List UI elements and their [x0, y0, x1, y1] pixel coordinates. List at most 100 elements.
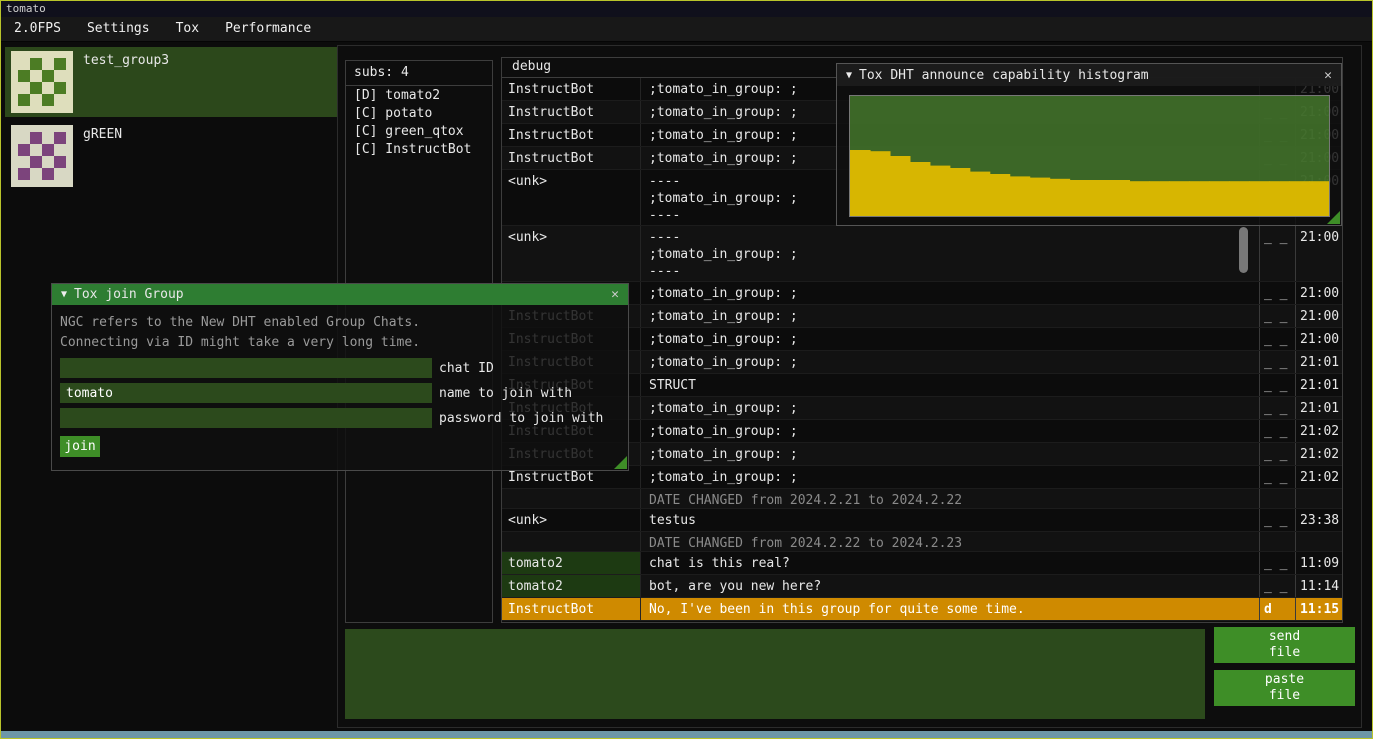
collapse-icon[interactable]: ▼ [61, 289, 67, 300]
join-field-label: name to join with [439, 386, 572, 401]
chat-message-flags: _ _ [1259, 466, 1295, 488]
dht-histogram-titlebar[interactable]: ▼ Tox DHT announce capability histogram … [837, 64, 1341, 86]
fps-counter: 2.0FPS [1, 17, 74, 41]
chat-scrollbar[interactable] [1239, 227, 1248, 273]
join-field-chat-id[interactable] [60, 358, 432, 378]
chat-message-time: 21:02 [1295, 466, 1342, 488]
chat-message-text: testus [640, 509, 1259, 531]
join-button[interactable]: join [60, 436, 100, 457]
chat-message-time: 11:09 [1295, 552, 1342, 574]
chat-message-time: 23:38 [1295, 509, 1342, 531]
chat-message-row[interactable]: tomato2 bot, are you new here? _ _ 11:14 [502, 575, 1342, 598]
group-avatar [11, 125, 73, 187]
sidebar-group-test_group3[interactable]: test_group3 [5, 47, 337, 117]
join-group-titlebar[interactable]: ▼ Tox join Group ✕ [52, 284, 628, 305]
chat-message-flags [1259, 532, 1295, 551]
join-field-label: chat ID [439, 361, 494, 376]
chat-message-time: 21:00 [1295, 305, 1342, 327]
chat-sender: InstructBot [502, 147, 640, 169]
histogram-bars [850, 96, 1329, 216]
menu-settings[interactable]: Settings [74, 17, 163, 41]
resize-grip-icon[interactable] [614, 456, 627, 469]
chat-message-text: ;tomato_in_group: ; [640, 420, 1259, 442]
join-group-body: NGC refers to the New DHT enabled Group … [52, 305, 628, 457]
subs-list-item[interactable]: [C] potato [346, 104, 492, 122]
join-group-window: ▼ Tox join Group ✕ NGC refers to the New… [51, 283, 629, 471]
chat-message-text: chat is this real? [640, 552, 1259, 574]
group-sidebar: test_group3 gREEN [5, 47, 337, 195]
resize-grip-icon[interactable] [1327, 211, 1340, 224]
chat-sender: <unk> [502, 170, 640, 225]
dht-histogram-title: Tox DHT announce capability histogram [859, 68, 1149, 83]
chat-message-text: ;tomato_in_group: ; [640, 328, 1259, 350]
dht-histogram-window: ▼ Tox DHT announce capability histogram … [836, 63, 1342, 226]
chat-message-time: 21:00 [1295, 226, 1342, 281]
chat-message-time [1295, 532, 1342, 551]
chat-message-text: ;tomato_in_group: ; [640, 282, 1259, 304]
chat-message-flags: _ _ [1259, 575, 1295, 597]
chat-sender: InstructBot [502, 78, 640, 100]
chat-message-row[interactable]: InstructBot No, I've been in this group … [502, 598, 1342, 621]
menu-tox[interactable]: Tox [163, 17, 212, 41]
chat-message-flags: _ _ [1259, 509, 1295, 531]
chat-sender: InstructBot [502, 101, 640, 123]
chat-message-row[interactable]: tomato2 chat is this real? _ _ 11:09 [502, 552, 1342, 575]
chat-message-text: bot, are you new here? [640, 575, 1259, 597]
join-info-line: NGC refers to the New DHT enabled Group … [60, 313, 620, 333]
group-avatar [11, 51, 73, 113]
chat-message-time: 21:02 [1295, 420, 1342, 442]
chat-message-flags: _ _ [1259, 552, 1295, 574]
subs-list-item[interactable]: [C] InstructBot [346, 140, 492, 158]
chat-message-row[interactable]: <unk> testus _ _ 23:38 [502, 509, 1342, 532]
chat-message-time: 11:15 [1295, 598, 1342, 620]
join-field-password-to-join-with[interactable] [60, 408, 432, 428]
menu-performance[interactable]: Performance [212, 17, 324, 41]
chat-message-text: ;tomato_in_group: ; [640, 305, 1259, 327]
chat-message-text: DATE CHANGED from 2024.2.21 to 2024.2.22 [640, 489, 1259, 508]
chat-message-time: 21:00 [1295, 328, 1342, 350]
chat-message-row[interactable]: <unk> ---- ;tomato_in_group: ; ---- _ _ … [502, 226, 1342, 282]
chat-message-flags: _ _ [1259, 374, 1295, 396]
chat-message-time: 21:00 [1295, 282, 1342, 304]
chat-sender [502, 489, 640, 508]
message-input[interactable] [345, 629, 1205, 719]
join-field-name-to-join-with[interactable] [60, 383, 432, 403]
group-name: gREEN [83, 127, 122, 142]
chat-message-time: 21:01 [1295, 374, 1342, 396]
chat-sender: InstructBot [502, 124, 640, 146]
chat-message-time: 11:14 [1295, 575, 1342, 597]
join-field-label: password to join with [439, 411, 603, 426]
chat-message-row[interactable]: DATE CHANGED from 2024.2.21 to 2024.2.22 [502, 489, 1342, 509]
chat-message-text: ;tomato_in_group: ; [640, 466, 1259, 488]
send-file-button[interactable]: send file [1214, 627, 1355, 663]
chat-message-time [1295, 489, 1342, 508]
close-icon[interactable]: ✕ [611, 287, 619, 302]
chat-message-time: 21:01 [1295, 397, 1342, 419]
chat-message-flags: _ _ [1259, 328, 1295, 350]
window-title: tomato [6, 2, 46, 15]
chat-message-flags: _ _ [1259, 397, 1295, 419]
subs-list-item[interactable]: [D] tomato2 [346, 86, 492, 104]
chat-message-flags: _ _ [1259, 305, 1295, 327]
chat-message-text: DATE CHANGED from 2024.2.22 to 2024.2.23 [640, 532, 1259, 551]
chat-message-time: 21:01 [1295, 351, 1342, 373]
chat-message-row[interactable]: DATE CHANGED from 2024.2.22 to 2024.2.23 [502, 532, 1342, 552]
chat-sender: tomato2 [502, 552, 640, 574]
menu-bar: 2.0FPSSettingsToxPerformance [1, 17, 1372, 42]
chat-message-text: No, I've been in this group for quite so… [640, 598, 1259, 620]
chat-message-text: STRUCT [640, 374, 1259, 396]
subs-list: [D] tomato2[C] potato[C] green_qtox[C] I… [346, 86, 492, 158]
chat-sender: <unk> [502, 509, 640, 531]
chat-sender: <unk> [502, 226, 640, 281]
sidebar-group-gREEN[interactable]: gREEN [5, 121, 337, 191]
tab-debug[interactable]: debug [502, 58, 561, 77]
close-icon[interactable]: ✕ [1324, 68, 1332, 83]
subs-header: subs: 4 [346, 61, 492, 86]
paste-file-button[interactable]: paste file [1214, 670, 1355, 706]
collapse-icon[interactable]: ▼ [846, 70, 852, 81]
chat-message-time: 21:02 [1295, 443, 1342, 465]
chat-message-text: ;tomato_in_group: ; [640, 351, 1259, 373]
chat-sender: tomato2 [502, 575, 640, 597]
chat-message-flags: _ _ [1259, 420, 1295, 442]
subs-list-item[interactable]: [C] green_qtox [346, 122, 492, 140]
